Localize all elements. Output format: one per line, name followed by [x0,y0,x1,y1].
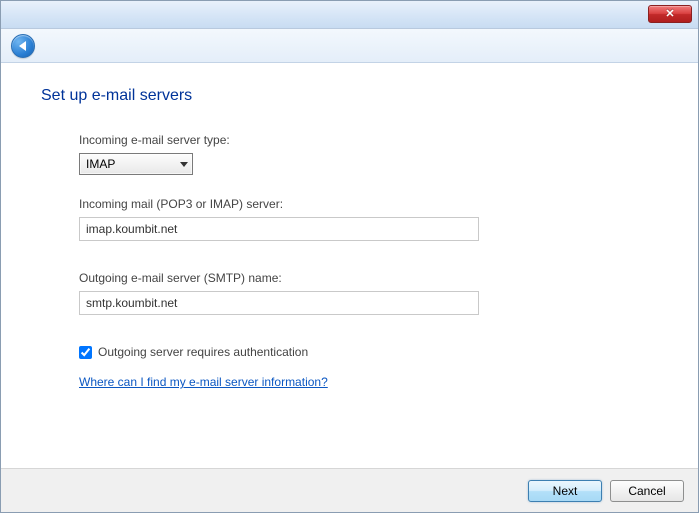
auth-checkbox-row: Outgoing server requires authentication [79,345,620,359]
auth-checkbox-label[interactable]: Outgoing server requires authentication [98,345,308,359]
wizard-window: ✕ Set up e-mail servers Incoming e-mail … [0,0,699,513]
close-icon: ✕ [665,9,674,20]
page-title: Set up e-mail servers [41,87,658,105]
back-arrow-icon [19,41,26,51]
incoming-server-input[interactable] [79,217,479,241]
footer: Next Cancel [1,468,698,512]
outgoing-server-input[interactable] [79,291,479,315]
titlebar: ✕ [1,1,698,29]
incoming-type-select[interactable]: IMAP [79,153,193,175]
cancel-button[interactable]: Cancel [610,480,684,502]
close-button[interactable]: ✕ [648,5,692,23]
auth-checkbox[interactable] [79,346,92,359]
help-link[interactable]: Where can I find my e-mail server inform… [79,375,328,389]
next-button[interactable]: Next [528,480,602,502]
back-button[interactable] [11,34,35,58]
incoming-type-value: IMAP [86,157,115,171]
nav-bar [1,29,698,63]
content-area: Set up e-mail servers Incoming e-mail se… [1,63,698,468]
incoming-type-label: Incoming e-mail server type: [79,133,620,147]
incoming-server-label: Incoming mail (POP3 or IMAP) server: [79,197,620,211]
form-area: Incoming e-mail server type: IMAP Incomi… [41,133,658,389]
chevron-down-icon [180,162,188,167]
outgoing-server-label: Outgoing e-mail server (SMTP) name: [79,271,620,285]
